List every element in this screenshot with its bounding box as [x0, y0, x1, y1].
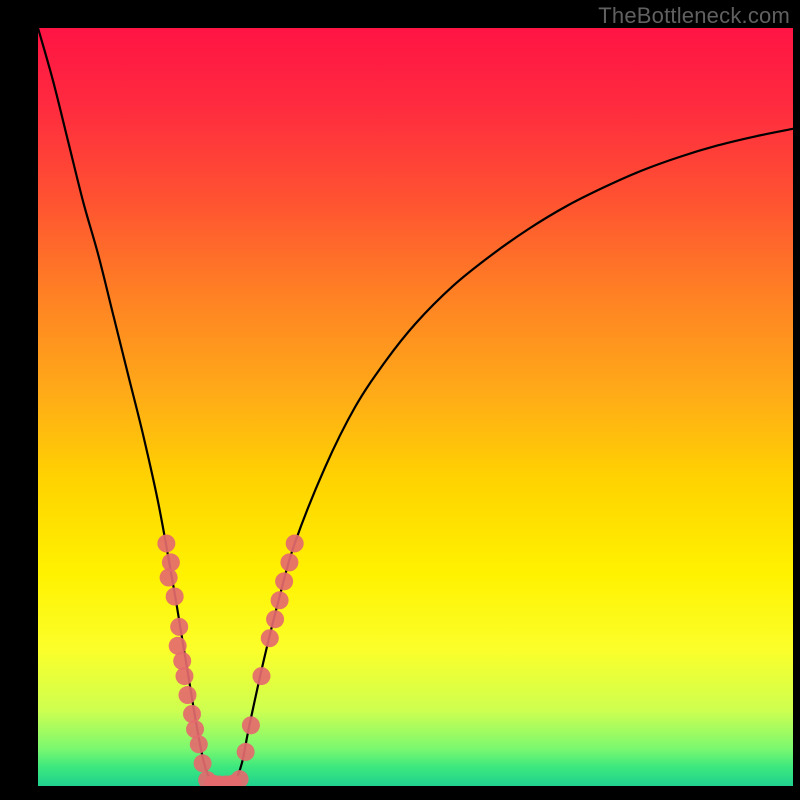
data-point — [178, 686, 196, 704]
data-point — [271, 591, 289, 609]
data-point — [175, 667, 193, 685]
data-point — [162, 553, 180, 571]
data-point — [157, 534, 175, 552]
data-point — [266, 610, 284, 628]
chart-frame: TheBottleneck.com — [0, 0, 800, 800]
data-point — [166, 588, 184, 606]
data-point — [183, 705, 201, 723]
data-point — [252, 667, 270, 685]
data-point — [275, 572, 293, 590]
watermark-text: TheBottleneck.com — [598, 3, 790, 29]
data-point — [261, 629, 279, 647]
chart-svg — [38, 28, 793, 786]
data-point — [194, 754, 212, 772]
data-point — [242, 716, 260, 734]
data-point — [280, 553, 298, 571]
data-point — [170, 618, 188, 636]
plot-area — [38, 28, 793, 786]
gradient-background — [38, 28, 793, 786]
data-point — [286, 534, 304, 552]
data-point — [190, 735, 208, 753]
data-point — [169, 637, 187, 655]
data-point — [186, 720, 204, 738]
data-point — [173, 652, 191, 670]
data-point — [160, 569, 178, 587]
data-point — [237, 743, 255, 761]
